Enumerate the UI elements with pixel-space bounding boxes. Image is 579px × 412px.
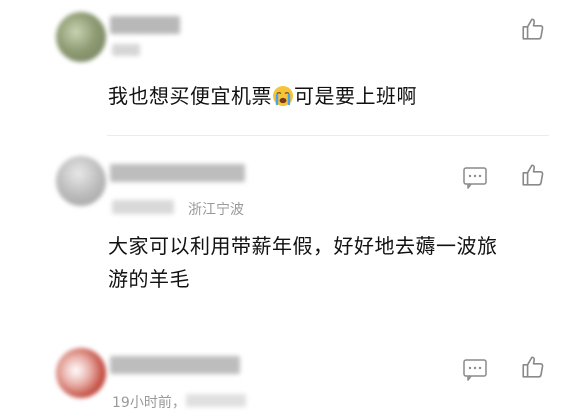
username-redacted (110, 356, 240, 374)
username-redacted (110, 16, 180, 34)
avatar[interactable] (56, 156, 106, 206)
comment-text-line1: 大家可以利用带薪年假，好好地去薅一波旅 (108, 234, 498, 258)
avatar[interactable] (56, 348, 106, 398)
username-redacted (110, 164, 245, 182)
meta-redacted (186, 394, 246, 407)
reply-icon[interactable] (460, 162, 490, 192)
like-icon[interactable] (518, 352, 548, 382)
comment-item-1: 我也想买便宜机票 可是要上班啊 (0, 0, 579, 135)
meta-redacted (112, 200, 174, 214)
comment-time: 19小时前， (112, 395, 186, 411)
comment-location: 浙江宁波 (188, 202, 244, 218)
like-icon[interactable] (518, 160, 548, 190)
comment-item-3: 19小时前， (0, 336, 579, 411)
comment-text-part2: 可是要上班啊 (294, 84, 417, 108)
meta-redacted (112, 44, 140, 56)
comment-text-part1: 我也想买便宜机票 (108, 84, 272, 108)
reply-icon[interactable] (460, 354, 490, 384)
comment-text-line2: 游的羊毛 (108, 267, 190, 291)
like-icon[interactable] (518, 14, 548, 44)
comment-text: 大家可以利用带薪年假，好好地去薅一波旅 游的羊毛 (108, 230, 558, 296)
crying-face-icon (272, 84, 294, 117)
comment-item-2: 浙江宁波 大家可以利用带薪年假，好好地去薅一波旅 游的羊毛 (0, 136, 579, 326)
comment-text: 我也想买便宜机票 可是要上班啊 (108, 80, 548, 117)
avatar[interactable] (56, 12, 106, 62)
